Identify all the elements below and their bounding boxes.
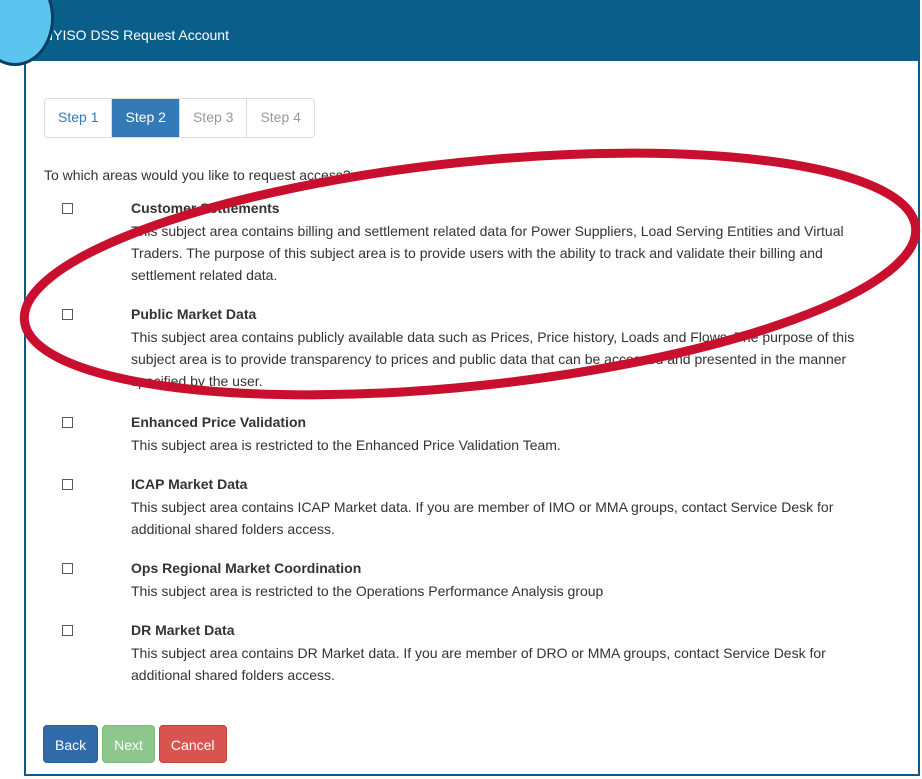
request-account-dialog: NYISO DSS Request Account Step 1 Step 2 …	[24, 0, 920, 776]
access-question: To which areas would you like to request…	[44, 167, 351, 183]
tab-step-3: Step 3	[180, 99, 248, 137]
checkbox-public-market-data[interactable]	[62, 309, 73, 320]
tab-step-1[interactable]: Step 1	[45, 99, 113, 137]
checkbox-dr-market-data[interactable]	[62, 625, 73, 636]
dialog-title: NYISO DSS Request Account	[43, 27, 229, 43]
option-title: Enhanced Price Validation	[131, 414, 307, 430]
step-tabs: Step 1 Step 2 Step 3 Step 4	[44, 98, 315, 138]
option-description: This subject area contains billing and s…	[131, 223, 844, 283]
option-title: Public Market Data	[131, 306, 257, 322]
option-description: This subject area contains DR Market dat…	[131, 645, 826, 683]
option-description: This subject area is restricted to the E…	[131, 437, 561, 453]
option-description: This subject area contains publicly avai…	[131, 329, 855, 389]
option-description: This subject area contains ICAP Market d…	[131, 499, 834, 537]
cancel-button[interactable]: Cancel	[158, 725, 227, 763]
tab-step-4: Step 4	[260, 109, 301, 125]
option-description: This subject area is restricted to the O…	[131, 583, 604, 599]
option-title: ICAP Market Data	[131, 476, 248, 492]
dialog-buttons: Back Next Cancel	[43, 725, 227, 763]
checkbox-ops-regional-market-coordination[interactable]	[62, 563, 73, 574]
dialog-titlebar: NYISO DSS Request Account	[26, 2, 918, 61]
option-title: Ops Regional Market Coordination	[131, 560, 362, 576]
option-title: DR Market Data	[131, 622, 235, 638]
option-title: Customer Settlements	[131, 200, 280, 216]
tab-step-2[interactable]: Step 2	[112, 99, 180, 137]
next-button[interactable]: Next	[102, 725, 155, 763]
checkbox-enhanced-price-validation[interactable]	[62, 417, 73, 428]
checkbox-icap-market-data[interactable]	[62, 479, 73, 490]
checkbox-customer-settlements[interactable]	[62, 203, 73, 214]
back-button[interactable]: Back	[43, 725, 99, 763]
